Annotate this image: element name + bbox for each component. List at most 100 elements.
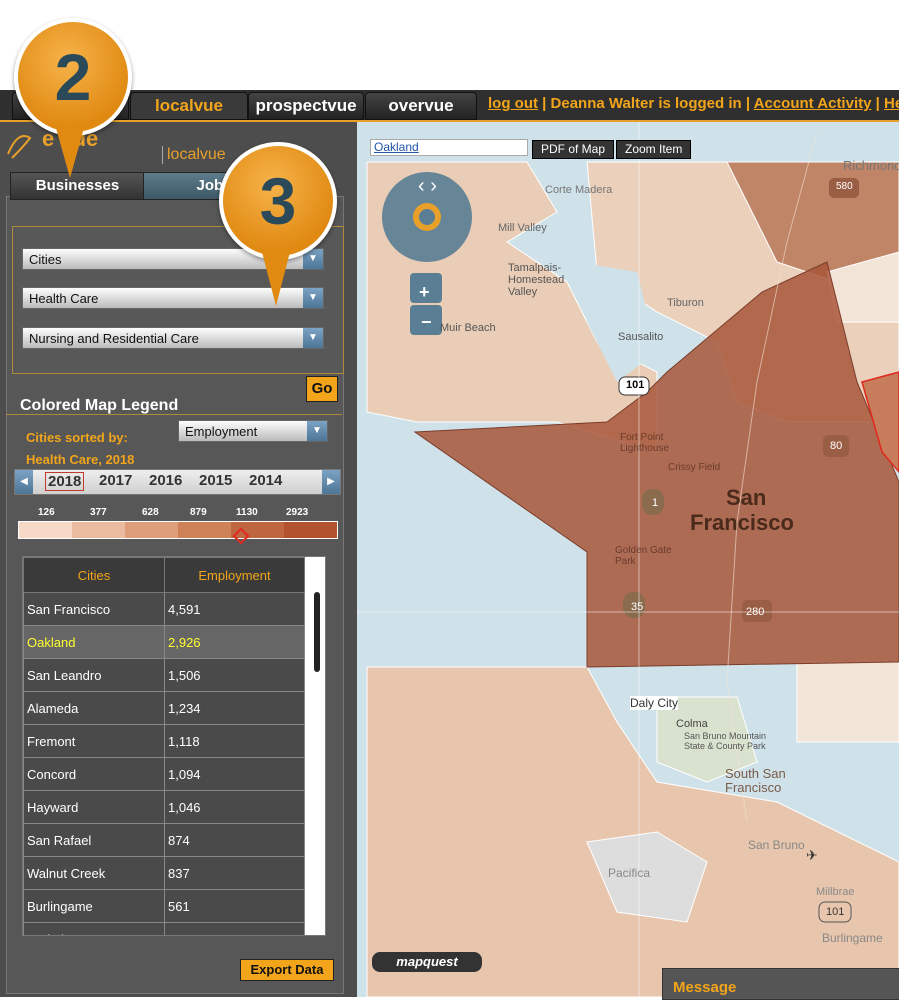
- map-search-input[interactable]: Oakland: [370, 139, 528, 156]
- zoom-plus-glyph: +: [419, 282, 430, 302]
- shield-label: 280: [746, 606, 765, 618]
- table-row[interactable]: San Francisco 4,591: [23, 592, 305, 626]
- step-3-callout: 3: [219, 142, 337, 260]
- table-row[interactable]: Hayward 1,046: [23, 790, 305, 824]
- color-scale-bar: [18, 521, 338, 539]
- year-2016[interactable]: 2016: [149, 472, 182, 489]
- map-place-label: Mill Valley: [498, 222, 547, 234]
- year-2014[interactable]: 2014: [249, 472, 282, 489]
- table-row[interactable]: Fremont 1,118: [23, 724, 305, 758]
- table-row[interactable]: San Leandro 1,506: [23, 658, 305, 692]
- city-cell: San Rafael: [23, 823, 165, 857]
- employment-cell: 1,506: [164, 658, 305, 692]
- logout-link[interactable]: log out: [488, 95, 538, 112]
- map-place-label: Tiburon: [667, 297, 704, 309]
- measure-dropdown[interactable]: Employment ▼: [178, 420, 328, 442]
- city-cell: Burlingame: [23, 889, 165, 923]
- shield-label: 35: [631, 601, 644, 613]
- shield-label: 101: [826, 906, 845, 918]
- chevron-down-icon[interactable]: ▼: [303, 328, 323, 348]
- subindustry-dropdown[interactable]: Nursing and Residential Care ▼: [22, 327, 324, 349]
- map-place-label: Millbrae: [816, 886, 855, 898]
- city-cell: Hayward: [23, 790, 165, 824]
- divider: [6, 414, 342, 415]
- employment-cell: 1,118: [164, 724, 305, 758]
- sorted-by-label: Cities sorted by:: [26, 430, 128, 445]
- map-city-label: San: [726, 485, 767, 510]
- account-activity-link[interactable]: Account Activity: [754, 95, 872, 112]
- mapquest-logo: mapquest: [372, 952, 482, 972]
- employment-cell: 561: [164, 889, 305, 923]
- step-2-callout: 2: [14, 18, 132, 136]
- map-place-label: Daly City: [630, 696, 679, 710]
- map-place-label: San Bruno: [748, 838, 805, 852]
- table-row[interactable]: Alameda 1,234: [23, 691, 305, 725]
- year-2018[interactable]: 2018: [45, 472, 85, 491]
- shield-label: 80: [830, 440, 843, 452]
- map-place-label: Corte Madera: [545, 184, 613, 196]
- export-data-button[interactable]: Export Data: [240, 959, 334, 981]
- map-place-label: Pacifica: [608, 866, 651, 880]
- city-cell: Walnut Creek: [23, 856, 165, 890]
- table-row[interactable]: San Rafael 874: [23, 823, 305, 857]
- employment-cell: 1,234: [164, 691, 305, 725]
- zoom-minus-glyph: −: [421, 312, 432, 332]
- map-place-label: San Bruno Mountain State & County Park: [684, 731, 767, 751]
- column-header-cities[interactable]: Cities: [23, 557, 165, 593]
- map-place-label: Crissy Field: [668, 462, 721, 473]
- city-cell: Concord: [23, 757, 165, 791]
- callout-pointer: [56, 128, 84, 178]
- employment-cell: 2,926: [164, 625, 305, 659]
- table-scrollbar[interactable]: [314, 592, 320, 672]
- table-row[interactable]: Walnut Creek 837: [23, 856, 305, 890]
- scale-label: 879: [190, 507, 207, 518]
- employment-cell: 874: [164, 823, 305, 857]
- industry-value: Health Care: [29, 291, 99, 306]
- chevron-right-icon[interactable]: ▶: [322, 470, 340, 494]
- chevron-down-icon[interactable]: ▼: [307, 421, 327, 441]
- chevron-down-icon[interactable]: ▼: [303, 288, 323, 308]
- city-cell: Fremont: [23, 724, 165, 758]
- table-row[interactable]: Burlingame 561: [23, 889, 305, 923]
- shield-label: 101: [626, 379, 645, 391]
- nav-tab-prospectvue[interactable]: prospectvue: [248, 92, 364, 120]
- measure-value: Employment: [185, 424, 258, 439]
- cities-table: Cities Employment San Francisco 4,591 Oakl…: [22, 556, 326, 936]
- employment-cell: 4,591: [164, 592, 305, 626]
- table-row[interactable]: Concord 1,094: [23, 757, 305, 791]
- map-place-label: Tamalpais-Homestead Valley: [508, 262, 565, 298]
- shield-label: 580: [836, 181, 853, 192]
- map-place-label: Golden Gate Park: [615, 545, 672, 567]
- table-row[interactable]: Berkeley542: [23, 922, 305, 935]
- shield-label: 1: [652, 497, 659, 509]
- pan-arrows-icon[interactable]: ‹ ›: [418, 175, 437, 198]
- city-cell: San Francisco: [23, 592, 165, 626]
- message-panel[interactable]: Message: [662, 968, 899, 1000]
- employment-cell: 1,094: [164, 757, 305, 791]
- go-button[interactable]: Go: [306, 376, 338, 402]
- employment-cell: 1,046: [164, 790, 305, 824]
- nav-tab-localvue[interactable]: localvue: [130, 92, 248, 120]
- zoom-item-button[interactable]: Zoom Item: [616, 140, 692, 159]
- app-logo: e vue localvue: [4, 124, 264, 168]
- year-selector: ◀ 2018 2017 2016 2015 2014 ▶: [14, 469, 341, 495]
- map-place-label: South San Francisco: [725, 766, 786, 795]
- chevron-left-icon[interactable]: ◀: [15, 470, 33, 494]
- help-link[interactable]: Help: [884, 95, 899, 112]
- pdf-of-map-button[interactable]: PDF of Map: [532, 140, 615, 159]
- airport-icon: ✈: [806, 847, 818, 863]
- logo-sub: localvue: [162, 146, 226, 164]
- year-2015[interactable]: 2015: [199, 472, 232, 489]
- city-cell: Berkeley: [23, 922, 165, 935]
- table-row[interactable]: Oakland 2,926: [23, 625, 305, 659]
- employment-cell: 837: [164, 856, 305, 890]
- subindustry-value: Nursing and Residential Care: [29, 331, 199, 346]
- sorted-year-label: Health Care, 2018: [26, 452, 135, 467]
- city-cell: San Leandro: [23, 658, 165, 692]
- column-header-employment[interactable]: Employment: [164, 557, 305, 593]
- year-2017[interactable]: 2017: [99, 472, 132, 489]
- account-links: log out | Deanna Walter is logged in | A…: [488, 95, 899, 112]
- employment-cell: 542: [164, 922, 305, 935]
- nav-tab-overvue[interactable]: overvue: [365, 92, 477, 120]
- map-city-label: Francisco: [690, 510, 794, 535]
